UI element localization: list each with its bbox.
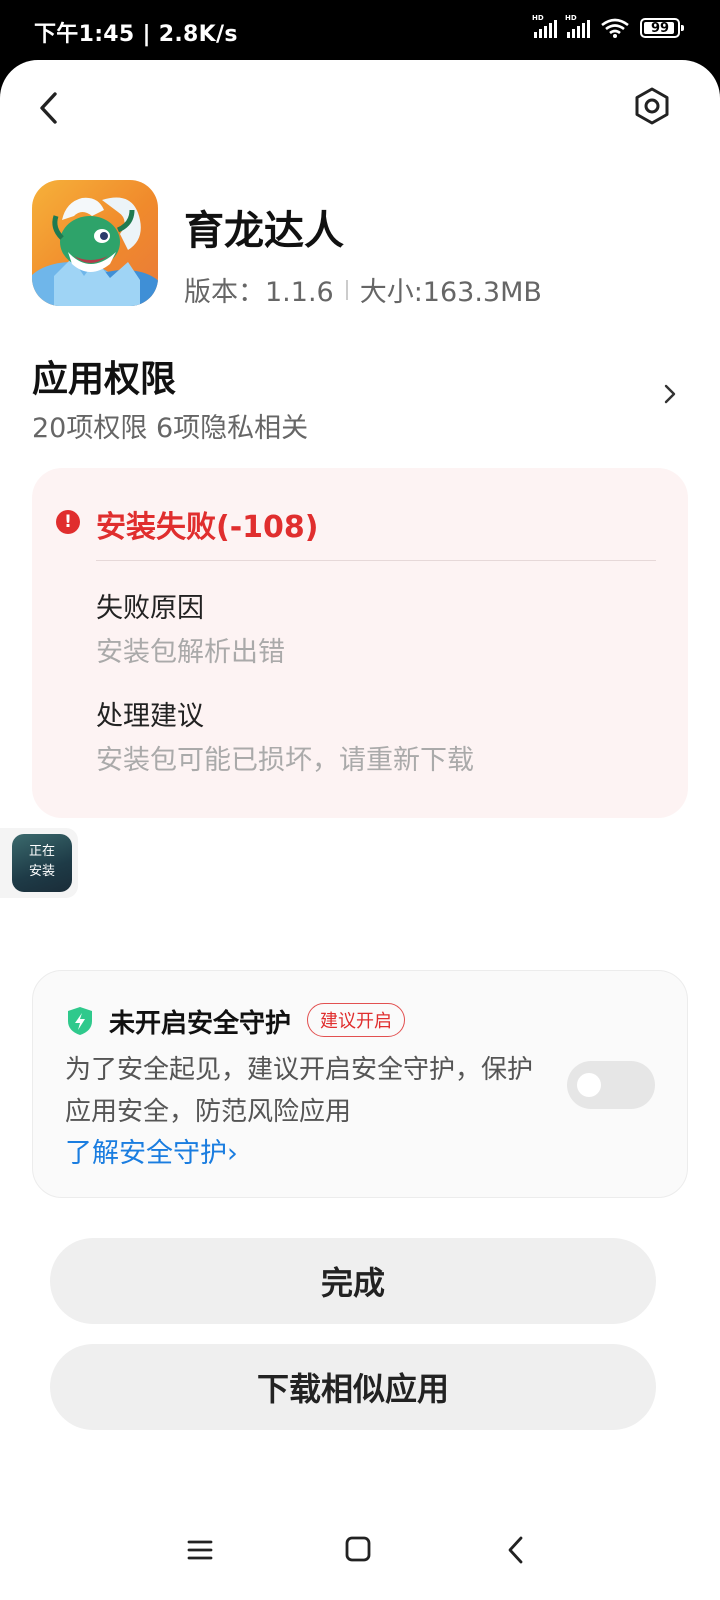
app-name: 育龙达人 [184,208,344,254]
battery-icon: 99 [640,18,684,38]
installing-line2: 安装 [28,864,55,879]
done-button[interactable]: 完成 [50,1238,656,1324]
security-description: 为了安全起见，建议开启安全守护，保护应用安全，防范风险应用 [65,1055,534,1127]
install-failure-card: ! 安装失败(-108) 失败原因 安装包解析出错 处理建议 安装包可能已损坏，… [32,468,688,818]
divider [96,560,656,561]
signal-icon: HD [565,14,590,38]
app-version: 版本：1.1.6 [184,277,334,308]
security-title: 未开启安全守护 [109,1009,292,1039]
advice-label: 处理建议 [96,701,204,732]
download-similar-button[interactable]: 下载相似应用 [50,1344,656,1430]
security-toggle[interactable] [567,1061,655,1109]
status-icons: HD HD 99 [532,14,684,38]
wifi-icon [601,18,629,38]
signal-icon: HD [532,14,557,38]
divider [345,279,348,300]
permissions-summary[interactable]: 20项权限 6项隐私相关 [32,406,308,445]
status-time-speed: 下午1:45 | 2.8K/s [34,22,238,47]
chevron-left-icon [40,92,57,124]
install-sheet: 育龙达人 版本：1.1.6 大小:163.3MB 应用权限 20项权限 6项隐私… [0,60,720,1600]
error-icon: ! [56,510,80,534]
app-meta: 版本：1.1.6 大小:163.3MB [184,270,542,309]
installing-line1: 正在 [28,844,55,859]
back-nav-icon[interactable] [504,1534,526,1566]
navigation-bar [0,1500,720,1600]
security-guard-card: 未开启安全守护 建议开启 为了安全起见，建议开启安全守护，保护应用安全，防范风险… [32,970,688,1198]
advice-value: 安装包可能已损坏，请重新下载 [96,745,474,776]
settings-button[interactable] [630,84,674,128]
recommend-badge: 建议开启 [307,1003,405,1037]
failure-reason-label: 失败原因 [96,593,204,624]
status-bar: 下午1:45 | 2.8K/s HD HD 99 [0,0,720,60]
shield-icon [68,1007,92,1035]
settings-icon [635,87,669,125]
home-icon[interactable] [344,1535,372,1563]
app-size: 大小:163.3MB [359,277,542,308]
installing-chip[interactable]: 正在 安装 [12,834,72,892]
permissions-title[interactable]: 应用权限 [32,350,176,402]
back-button[interactable] [28,86,68,130]
failure-title: 安装失败(-108) [96,510,319,545]
menu-icon[interactable] [186,1538,214,1562]
toggle-knob [577,1073,601,1097]
learn-security-link[interactable]: 了解安全守护› [65,1131,238,1170]
chevron-right-icon[interactable] [660,380,680,408]
app-icon [32,180,158,306]
failure-reason-value: 安装包解析出错 [96,637,285,668]
installing-floating-widget[interactable]: 正在 安装 [0,828,78,898]
